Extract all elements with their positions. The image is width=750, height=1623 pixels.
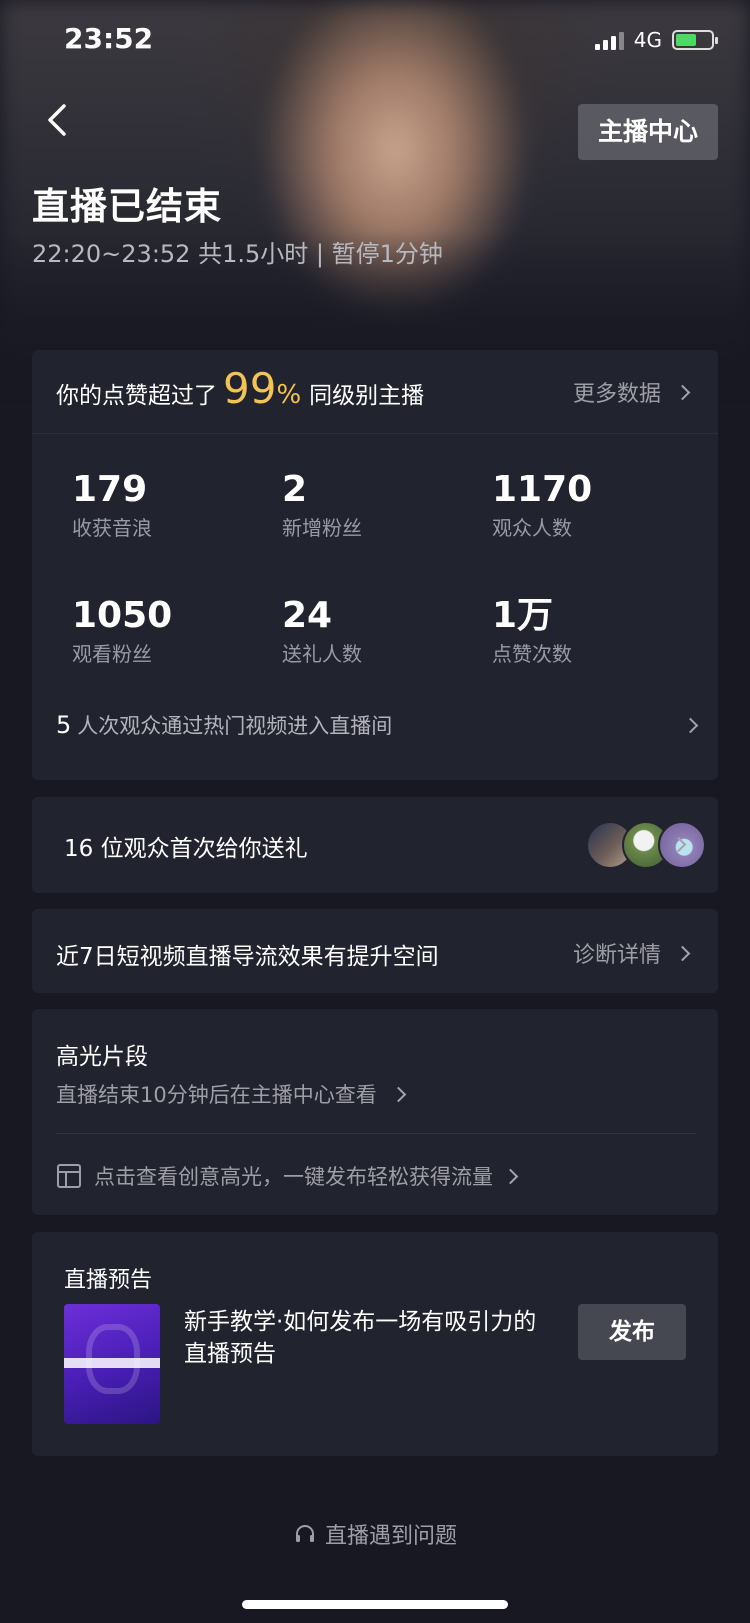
- live-preview-card: 直播预告 新手教学·如何发布一场有吸引力的直播预告 发布: [32, 1232, 718, 1456]
- creative-highlight-link[interactable]: 点击查看创意高光，一键发布轻松获得流量: [56, 1161, 519, 1191]
- headset-icon: [295, 1525, 314, 1542]
- like-ranking-text: 你的点赞超过了 99 % 同级别主播: [56, 364, 425, 413]
- highlight-clips-card: 高光片段 直播结束10分钟后在主播中心查看 点击查看创意高光，一键发布轻松获得流…: [32, 1009, 718, 1215]
- diagnosis-details-link[interactable]: 诊断详情: [573, 937, 691, 969]
- stat-gift-senders: 24 送礼人数: [282, 595, 362, 667]
- chevron-right-icon: [674, 384, 691, 400]
- anchor-center-button[interactable]: 主播中心: [578, 104, 718, 160]
- hot-video-entry-row[interactable]: 5 人次观众通过热门视频进入直播间: [56, 710, 699, 740]
- stat-likes: 1万 点赞次数: [492, 595, 572, 667]
- status-icons: 4G: [594, 28, 718, 52]
- first-gift-text: 16 位观众首次给你送礼: [64, 836, 308, 862]
- gift-avatar-stack: [586, 821, 706, 869]
- page-title: 直播已结束: [32, 185, 222, 228]
- highlight-title: 高光片段: [56, 1044, 148, 1070]
- stat-sound-waves: 179 收获音浪: [72, 469, 152, 541]
- divider: [56, 1133, 696, 1134]
- stat-viewers: 1170 观众人数: [492, 469, 593, 541]
- live-duration-info: 22:20~23:52 共1.5小时 | 暂停1分钟: [32, 240, 443, 268]
- chevron-right-icon: [682, 717, 699, 733]
- more-data-link[interactable]: 更多数据: [573, 376, 691, 408]
- preview-title: 直播预告: [64, 1268, 153, 1293]
- stats-card: 你的点赞超过了 99 % 同级别主播 更多数据 179 收获音浪 2 新增粉丝 …: [32, 350, 718, 780]
- live-help-link[interactable]: 直播遇到问题: [0, 1518, 750, 1550]
- highlight-anchor-center-link[interactable]: 直播结束10分钟后在主播中心查看: [56, 1079, 407, 1109]
- stats-header: 你的点赞超过了 99 % 同级别主播 更多数据: [32, 350, 718, 434]
- live-ended-screen: 23:52 4G 主播中心 直播已结束 22:20~23:52 共1.5小时 |…: [0, 0, 750, 1623]
- chevron-right-icon: [390, 1086, 407, 1102]
- back-arrow-icon[interactable]: [44, 100, 74, 140]
- diagnosis-text: 近7日短视频直播导流效果有提升空间: [56, 944, 439, 970]
- like-ranking-percent: 99: [223, 364, 277, 413]
- publish-button[interactable]: 发布: [578, 1304, 686, 1360]
- signal-icon: [594, 30, 624, 50]
- first-gift-card[interactable]: 16 位观众首次给你送礼: [32, 797, 718, 893]
- chevron-right-icon: [674, 945, 691, 961]
- home-indicator[interactable]: [242, 1600, 508, 1609]
- preview-thumbnail[interactable]: [64, 1304, 160, 1424]
- chevron-right-icon: [502, 1168, 519, 1184]
- stat-fan-viewers: 1050 观看粉丝: [72, 595, 173, 667]
- network-type: 4G: [633, 28, 662, 52]
- stat-new-fans: 2 新增粉丝: [282, 469, 362, 541]
- layout-template-icon: [57, 1164, 81, 1188]
- preview-tutorial-text[interactable]: 新手教学·如何发布一场有吸引力的直播预告: [184, 1306, 544, 1370]
- traffic-diagnosis-card[interactable]: 近7日短视频直播导流效果有提升空间 诊断详情: [32, 909, 718, 993]
- status-time: 23:52: [64, 22, 154, 55]
- battery-icon: [672, 30, 718, 50]
